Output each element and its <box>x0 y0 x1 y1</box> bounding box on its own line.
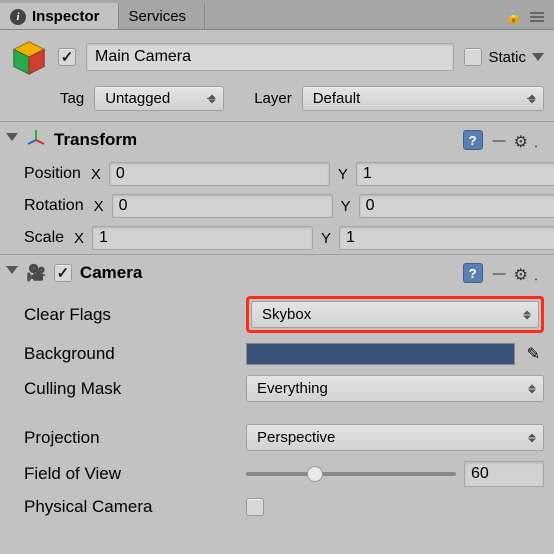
rotation-label: Rotation <box>24 197 84 215</box>
camera-header: 🎥 Camera ? ⎯⎯ ⚙﹒ <box>0 254 554 291</box>
tag-label: Tag <box>60 90 84 107</box>
fov-slider-thumb[interactable] <box>307 466 323 482</box>
layer-value: Default <box>313 90 361 107</box>
gameobject-header: Static <box>0 30 554 82</box>
gameobject-name-input[interactable] <box>86 43 454 71</box>
static-dropdown-arrow[interactable] <box>532 53 544 61</box>
tag-layer-row: Tag Untagged Layer Default <box>0 82 554 121</box>
static-checkbox[interactable] <box>464 48 482 66</box>
gear-icon[interactable]: ⚙﹒ <box>514 128 544 152</box>
tab-label: Inspector <box>32 8 100 25</box>
axis-y: Y <box>336 166 350 183</box>
fov-label: Field of View <box>24 464 234 484</box>
clear-flags-highlight: Skybox <box>246 296 544 333</box>
camera-title: Camera <box>80 263 142 283</box>
active-checkbox[interactable] <box>58 48 76 66</box>
fov-slider[interactable] <box>246 472 456 476</box>
culling-mask-dropdown[interactable]: Everything <box>246 375 544 402</box>
gear-icon[interactable]: ⚙﹒ <box>514 261 544 285</box>
position-x-input[interactable] <box>109 162 330 186</box>
fov-input[interactable] <box>464 461 544 487</box>
info-icon: i <box>10 9 26 25</box>
projection-row: Projection Perspective <box>0 419 554 456</box>
lock-icon[interactable]: 🔒 <box>506 9 522 25</box>
rotation-y-input[interactable] <box>359 194 554 218</box>
static-label: Static <box>488 49 526 66</box>
static-toggle-group: Static <box>464 48 544 66</box>
transform-header: Transform ? ⎯⎯ ⚙﹒ <box>0 121 554 158</box>
eyedropper-icon[interactable]: ✎ <box>523 344 544 364</box>
layer-label: Layer <box>254 90 292 107</box>
tag-value: Untagged <box>105 90 170 107</box>
tab-services[interactable]: Services <box>119 3 206 29</box>
camera-foldout[interactable] <box>6 266 18 280</box>
fov-row: Field of View <box>0 456 554 492</box>
tab-bar: i Inspector Services 🔒 <box>0 0 554 30</box>
camera-enabled-checkbox[interactable] <box>54 264 72 282</box>
scale-x-input[interactable] <box>92 226 313 250</box>
rotation-row: Rotation X Y Z <box>0 190 554 222</box>
camera-component-icon: 🎥 <box>26 263 46 283</box>
culling-mask-label: Culling Mask <box>24 379 234 399</box>
tab-inspector[interactable]: i Inspector <box>0 3 119 29</box>
projection-value: Perspective <box>257 429 335 446</box>
physical-camera-label: Physical Camera <box>24 497 234 517</box>
position-row: Position X Y Z <box>0 158 554 190</box>
clear-flags-label: Clear Flags <box>24 305 234 325</box>
projection-label: Projection <box>24 428 234 448</box>
physical-camera-checkbox[interactable] <box>246 498 264 516</box>
tag-dropdown[interactable]: Untagged <box>94 86 224 111</box>
panel-menu-icon[interactable] <box>530 12 544 22</box>
scale-row: Scale X Y Z <box>0 222 554 254</box>
clear-flags-dropdown[interactable]: Skybox <box>251 301 539 328</box>
help-icon[interactable]: ? <box>463 263 483 283</box>
scale-y-input[interactable] <box>339 226 554 250</box>
background-color-swatch[interactable] <box>246 343 515 365</box>
tab-right-controls: 🔒 <box>506 9 554 29</box>
background-row: Background ✎ <box>0 338 554 370</box>
transform-axes-icon <box>26 128 46 152</box>
culling-mask-row: Culling Mask Everything <box>0 370 554 407</box>
culling-mask-value: Everything <box>257 380 328 397</box>
gameobject-cube-icon <box>10 38 48 76</box>
position-y-input[interactable] <box>356 162 554 186</box>
tab-label: Services <box>129 8 187 25</box>
preset-icon[interactable]: ⎯⎯ <box>493 265 504 282</box>
axis-x: X <box>89 166 103 183</box>
preset-icon[interactable]: ⎯⎯ <box>493 132 504 149</box>
transform-foldout[interactable] <box>6 133 18 147</box>
physical-camera-row: Physical Camera <box>0 492 554 522</box>
position-label: Position <box>24 165 81 183</box>
transform-title: Transform <box>54 130 137 150</box>
help-icon[interactable]: ? <box>463 130 483 150</box>
rotation-x-input[interactable] <box>112 194 333 218</box>
background-label: Background <box>24 344 234 364</box>
clear-flags-row: Clear Flags Skybox <box>0 291 554 338</box>
layer-dropdown[interactable]: Default <box>302 86 544 111</box>
scale-label: Scale <box>24 229 64 247</box>
clear-flags-value: Skybox <box>262 306 311 323</box>
projection-dropdown[interactable]: Perspective <box>246 424 544 451</box>
